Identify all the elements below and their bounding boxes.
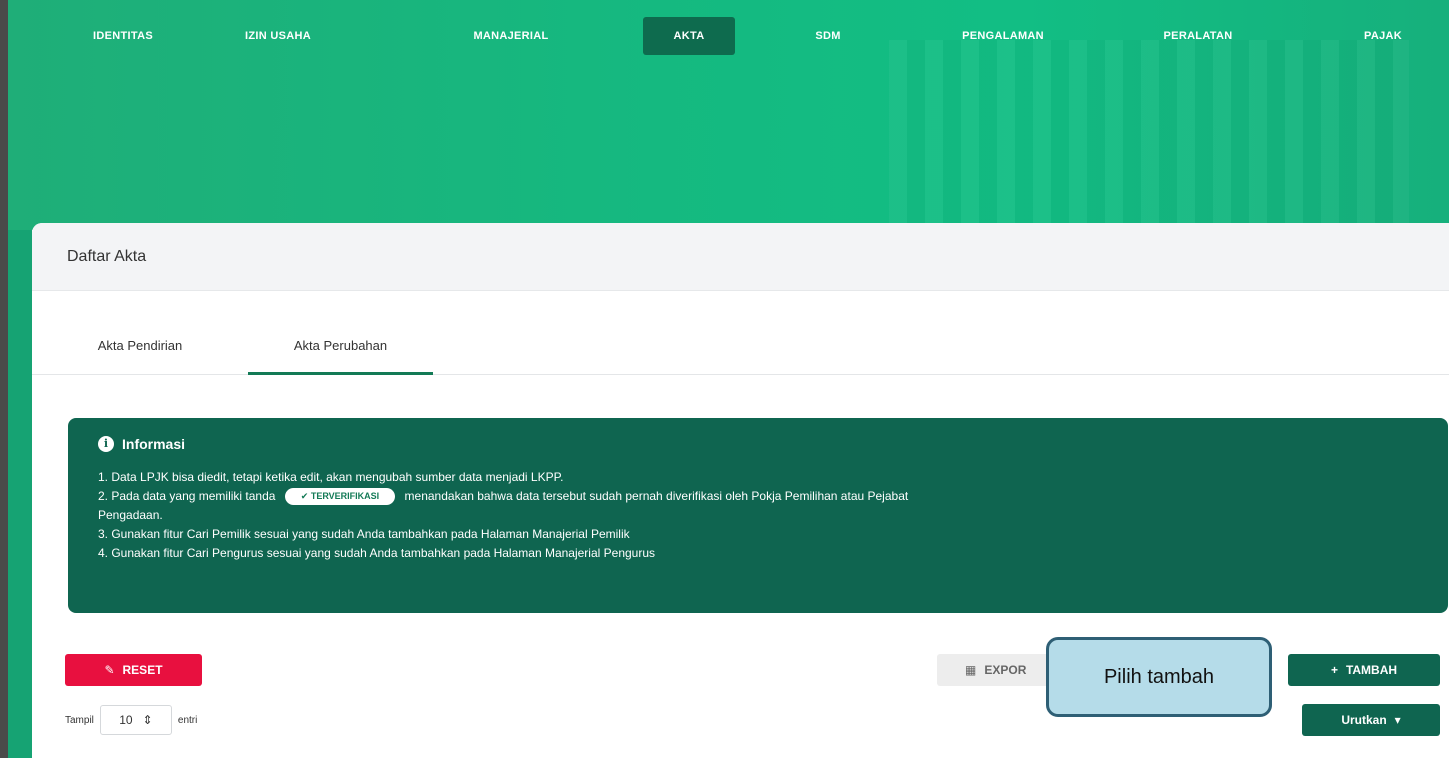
entries-control: Tampil 10 ⇕ entri [65,704,197,736]
info-title: Informasi [122,436,186,452]
callout-text: Pilih tambah [1103,665,1215,688]
info-line-2-cont: Pengadaan. [98,508,163,522]
reset-label: RESET [122,663,163,677]
left-accent-strip [8,230,32,758]
tambah-label: TAMBAH [1345,663,1398,677]
tambah-button[interactable]: + TAMBAH [1288,654,1440,686]
info-line-2: 2. Pada data yang memiliki tanda ✔ TERVE… [98,487,1418,506]
card-header: Daftar Akta [32,223,1449,291]
export-label: EXPOR [984,663,1027,677]
nav-izin-usaha[interactable]: IZIN USAHA [223,17,333,55]
tab-akta-pendirian[interactable]: Akta Pendirian [70,331,210,375]
tab-akta-perubahan[interactable]: Akta Perubahan [248,331,433,375]
terverifikasi-badge: ✔ TERVERIFIKASI [284,488,396,506]
info-icon: i [98,436,114,452]
info-heading: i Informasi [98,436,1418,452]
top-navigation: IDENTITAS IZIN USAHA MANAJERIAL AKTA SDM… [8,17,1449,55]
info-line-2-pre: 2. Pada data yang memiliki tanda [98,489,276,503]
nav-sdm[interactable]: SDM [798,17,858,55]
reset-button[interactable]: ✎ RESET [65,654,202,686]
akta-tabs: Akta Pendirian Akta Perubahan [32,331,1449,375]
entries-select[interactable]: 10 ⇕ [99,705,172,735]
nav-akta[interactable]: AKTA [643,17,735,55]
entries-value: 10 [119,713,133,727]
entries-suffix: entri [177,714,198,726]
building-background [889,40,1409,230]
nav-peralatan[interactable]: PERALATAN [1148,17,1248,55]
info-line-3: 3. Gunakan fitur Cari Pemilik sesuai yan… [98,527,630,541]
badge-label: TERVERIFIKASI [310,491,380,502]
urutkan-label: Urutkan [1341,713,1387,727]
entries-prefix: Tampil [65,714,94,726]
edit-icon: ✎ [104,663,115,677]
check-icon: ✔ [300,491,311,502]
info-box: i Informasi 1. Data LPJK bisa diedit, te… [68,418,1448,613]
nav-pengalaman[interactable]: PENGALAMAN [938,17,1068,55]
urutkan-button[interactable]: Urutkan ▾ [1302,704,1440,736]
nav-pajak[interactable]: PAJAK [1353,17,1413,55]
info-line-2-post: menandakan bahwa data tersebut sudah per… [404,489,909,503]
card-title: Daftar Akta [67,248,147,265]
table-icon: ▦ [965,663,977,677]
plus-icon: + [1330,663,1338,677]
nav-identitas[interactable]: IDENTITAS [68,17,178,55]
info-line-1: 1. Data LPJK bisa diedit, tetapi ketika … [98,470,564,484]
callout-tooltip: Pilih tambah [1046,637,1272,717]
info-line-4: 4. Gunakan fitur Cari Pengurus sesuai ya… [98,546,656,560]
chevron-down-icon: ▾ [1394,713,1401,727]
sort-arrows-icon: ⇕ [142,713,153,727]
nav-manajerial[interactable]: MANAJERIAL [451,17,571,55]
